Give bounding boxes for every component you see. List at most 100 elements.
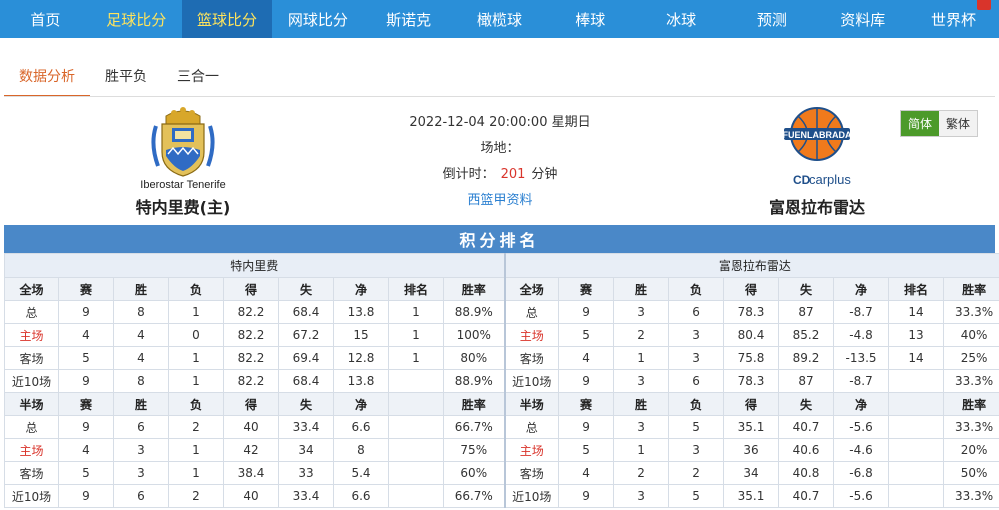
home-cell: 66.7% — [442, 484, 506, 508]
away-cell: 2 — [613, 461, 670, 485]
table-row: 客场 5 4 1 82.2 69.4 12.8 1 80% 客场 4 1 3 75.8 89.2 -13.5 1… — [4, 346, 999, 370]
home-cell: 4 — [58, 438, 114, 462]
home-cell: 8 — [113, 300, 169, 324]
away-cell: 14 — [888, 346, 945, 370]
tab-win-draw-lose[interactable]: 胜平负 — [90, 62, 162, 97]
home-cell: 主场 — [4, 438, 59, 462]
home-team-logo[interactable]: Iberostar Tenerife — [88, 104, 278, 190]
home-cell: 33 — [278, 461, 334, 485]
home-cell: 40 — [223, 484, 279, 508]
away-cell: 87 — [778, 369, 835, 393]
home-cell: 总 — [4, 300, 59, 324]
away-cell: 3 — [613, 484, 670, 508]
traditional-button[interactable]: 繁体 — [939, 111, 978, 136]
corner-badge-icon — [977, 0, 991, 10]
home-cell: 100% — [442, 323, 506, 347]
home-cell: 净 — [333, 277, 389, 301]
away-cell: 失 — [778, 277, 835, 301]
away-cell: 40.7 — [778, 484, 835, 508]
home-team-name[interactable]: 特内里费(主) — [88, 194, 278, 218]
away-cell: 6 — [668, 369, 725, 393]
home-cell: 9 — [58, 415, 114, 439]
home-cell: 13.8 — [333, 300, 389, 324]
home-cell: 1 — [168, 346, 224, 370]
svg-text:carplus: carplus — [809, 172, 851, 187]
sub-tabs: 数据分析 胜平负 三合一 — [4, 62, 234, 97]
home-cell: 4 — [113, 323, 169, 347]
nav-item-3[interactable]: 网球比分 — [272, 0, 363, 38]
home-cell — [388, 484, 444, 508]
away-cell: 1 — [613, 346, 670, 370]
away-cell: 得 — [723, 392, 780, 416]
away-cell: 50% — [943, 461, 999, 485]
away-cell: 78.3 — [723, 300, 780, 324]
nav-item-4[interactable]: 斯诺克 — [363, 0, 454, 38]
nav-item-5[interactable]: 橄榄球 — [454, 0, 545, 38]
away-cell: 2 — [613, 323, 670, 347]
home-cell: 9 — [58, 369, 114, 393]
away-cell: 主场 — [503, 438, 560, 462]
home-cell: 60% — [442, 461, 506, 485]
nav-item-8[interactable]: 预测 — [727, 0, 818, 38]
home-cell: 主场 — [4, 323, 59, 347]
home-cell: 3 — [113, 438, 169, 462]
away-cell — [888, 392, 945, 416]
away-cell: 75.8 — [723, 346, 780, 370]
home-cell: 3 — [113, 461, 169, 485]
team-header-row: 特内里费 富恩拉布雷达 — [3, 253, 999, 278]
away-team-logo[interactable]: FUENLABRADA CD carplus — [722, 104, 912, 190]
home-cell: 33.4 — [278, 415, 334, 439]
home-cell: 82.2 — [223, 300, 279, 324]
svg-text:Iberostar Tenerife: Iberostar Tenerife — [140, 179, 225, 190]
away-team: FUENLABRADA CD carplus 富恩拉布雷达 — [722, 104, 912, 218]
tab-analysis[interactable]: 数据分析 — [4, 62, 90, 97]
away-cell: 85.2 — [778, 323, 835, 347]
home-cell — [388, 392, 444, 416]
countdown-value: 201 — [500, 167, 526, 182]
away-cell: 胜 — [613, 277, 670, 301]
tab-three-in-one[interactable]: 三合一 — [162, 62, 234, 97]
away-cell: 9 — [558, 415, 615, 439]
home-cell: 68.4 — [278, 369, 334, 393]
away-cell: 40.8 — [778, 461, 835, 485]
away-cell: 33.3% — [943, 300, 999, 324]
away-team-name[interactable]: 富恩拉布雷达 — [722, 194, 912, 218]
home-cell: 4 — [58, 323, 114, 347]
league-info-link[interactable]: 西篮甲资料 — [380, 188, 620, 214]
away-cell: 主场 — [503, 323, 560, 347]
away-cell: 赛 — [558, 277, 615, 301]
nav-item-1[interactable]: 足球比分 — [91, 0, 182, 38]
table-row: 总 9 6 2 40 33.4 6.6 66.7% 总 9 3 5 35.1 40.7 -5.6 33.3% — [4, 415, 999, 439]
nav-item-0[interactable]: 首页 — [0, 0, 91, 38]
home-cell: 半场 — [4, 392, 59, 416]
home-cell: 近10场 — [4, 484, 59, 508]
home-cell: 胜率 — [442, 392, 506, 416]
away-cell: 赛 — [558, 392, 615, 416]
away-cell: 3 — [668, 346, 725, 370]
fuenlabrada-logo-icon: FUENLABRADA CD carplus — [783, 107, 852, 187]
home-cell: 得 — [223, 392, 279, 416]
nav-item-7[interactable]: 冰球 — [636, 0, 727, 38]
svg-text:FUENLABRADA: FUENLABRADA — [783, 130, 852, 140]
away-cell: 胜率 — [943, 277, 999, 301]
countdown-label: 倒计时： — [442, 167, 495, 182]
nav-item-9[interactable]: 资料库 — [817, 0, 908, 38]
home-cell: 1 — [388, 300, 444, 324]
away-cell: 34 — [723, 461, 780, 485]
standings-section: 积分排名 特内里费 富恩拉布雷达 全场赛胜负得失净排名 胜率 全场赛胜负得失净排名胜… — [3, 225, 999, 508]
nav-item-6[interactable]: 棒球 — [545, 0, 636, 38]
nav-item-2[interactable]: 篮球比分 — [181, 0, 273, 38]
away-cell: 近10场 — [503, 484, 560, 508]
home-cell: 67.2 — [278, 323, 334, 347]
away-cell: 40.7 — [778, 415, 835, 439]
away-cell: 4 — [558, 461, 615, 485]
simplified-button[interactable]: 简体 — [901, 111, 940, 136]
away-cell: 半场 — [503, 392, 560, 416]
table-row: 总 9 8 1 82.2 68.4 13.8 1 88.9% 总 9 3 6 78.3 87 -8.7 14 33… — [4, 300, 999, 324]
away-cell — [888, 369, 945, 393]
away-cell: 3 — [668, 323, 725, 347]
home-cell: 1 — [388, 323, 444, 347]
away-cell: 全场 — [503, 277, 560, 301]
home-cell: 胜 — [113, 277, 169, 301]
home-cell: 42 — [223, 438, 279, 462]
